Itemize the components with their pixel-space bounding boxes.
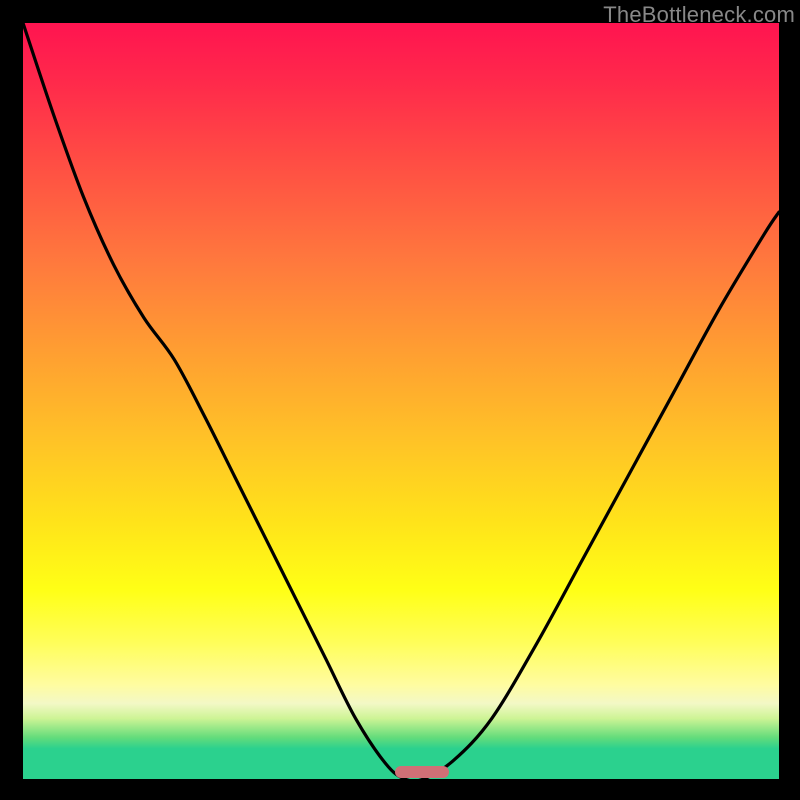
- chart-plot-area: [23, 23, 779, 779]
- outer-frame: TheBottleneck.com: [0, 0, 800, 800]
- bottleneck-curve: [23, 23, 779, 779]
- optimal-range-marker: [395, 766, 449, 778]
